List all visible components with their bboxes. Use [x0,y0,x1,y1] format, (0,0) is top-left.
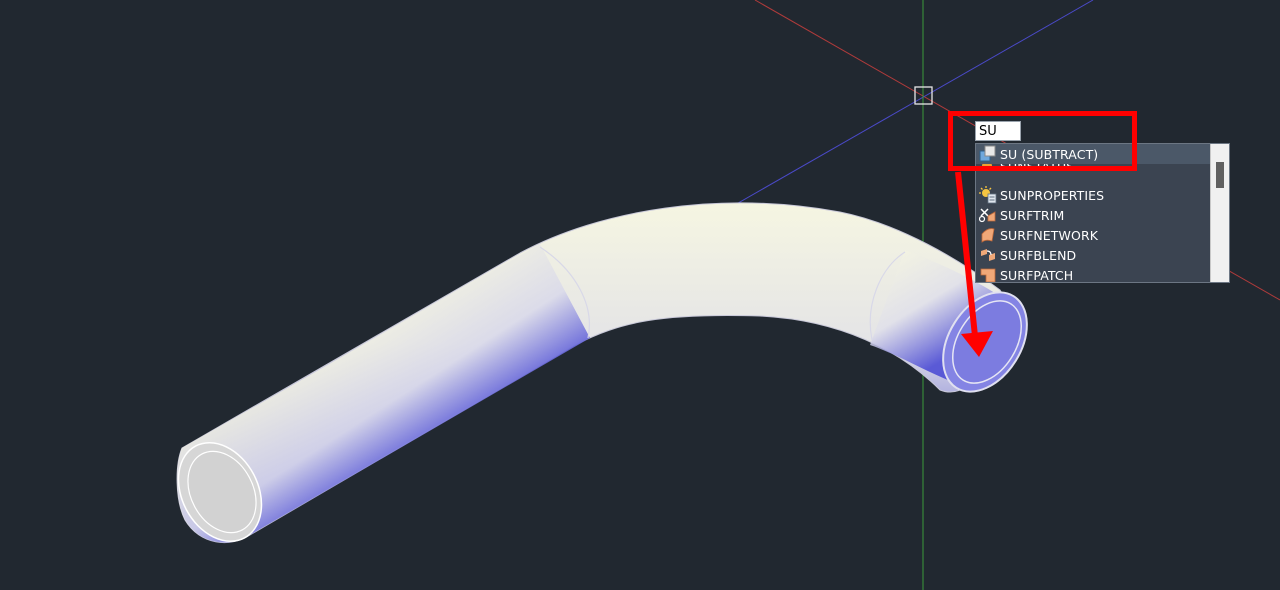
dynamic-input-field[interactable] [975,121,1021,141]
surface-patch-icon [980,268,996,282]
scrollbar-thumb[interactable] [1216,162,1224,188]
autocomplete-item-sunproperties[interactable]: SUNPROPERTIES [976,185,1212,205]
autocomplete-item-surfblend[interactable]: SURFBLEND [976,245,1212,265]
autocomplete-item-label: SURFPATCH [1000,267,1074,283]
autocomplete-item-label: SUNPROPERTIES [1000,187,1105,203]
autocomplete-item-label: SURFNETWORK [1000,227,1099,243]
autocomplete-item-sunstatus[interactable]: SUNSTATUS [976,164,1212,178]
autocomplete-item-surftrim[interactable]: SURFTRIM [976,205,1212,225]
autocomplete-item-label: SU (SUBTRACT) [1000,146,1099,162]
surface-trim-icon [979,208,996,223]
sun-status-icon [982,164,992,171]
command-autocomplete-list[interactable]: SU (SUBTRACT) SUNSTATUS SUNPROPERTIES SU… [975,143,1230,283]
surface-network-icon [981,228,995,243]
pipe-solid[interactable] [162,202,1044,556]
surface-blend-icon [981,249,995,261]
sun-properties-icon [979,186,997,204]
autocomplete-item-label: SURFTRIM [1000,207,1065,223]
autocomplete-item-label: SURFBLEND [1000,247,1077,263]
autocomplete-scrollbar[interactable] [1210,144,1229,282]
subtract-icon [979,145,996,162]
autocomplete-item-label: SUNSTATUS [1000,164,1075,174]
autocomplete-item-surfpatch[interactable]: SURFPATCH [976,265,1212,283]
autocomplete-item-subtract[interactable]: SU (SUBTRACT) [976,144,1212,164]
drawing-viewport[interactable] [0,0,1280,590]
autocomplete-item-surfnetwork[interactable]: SURFNETWORK [976,225,1212,245]
